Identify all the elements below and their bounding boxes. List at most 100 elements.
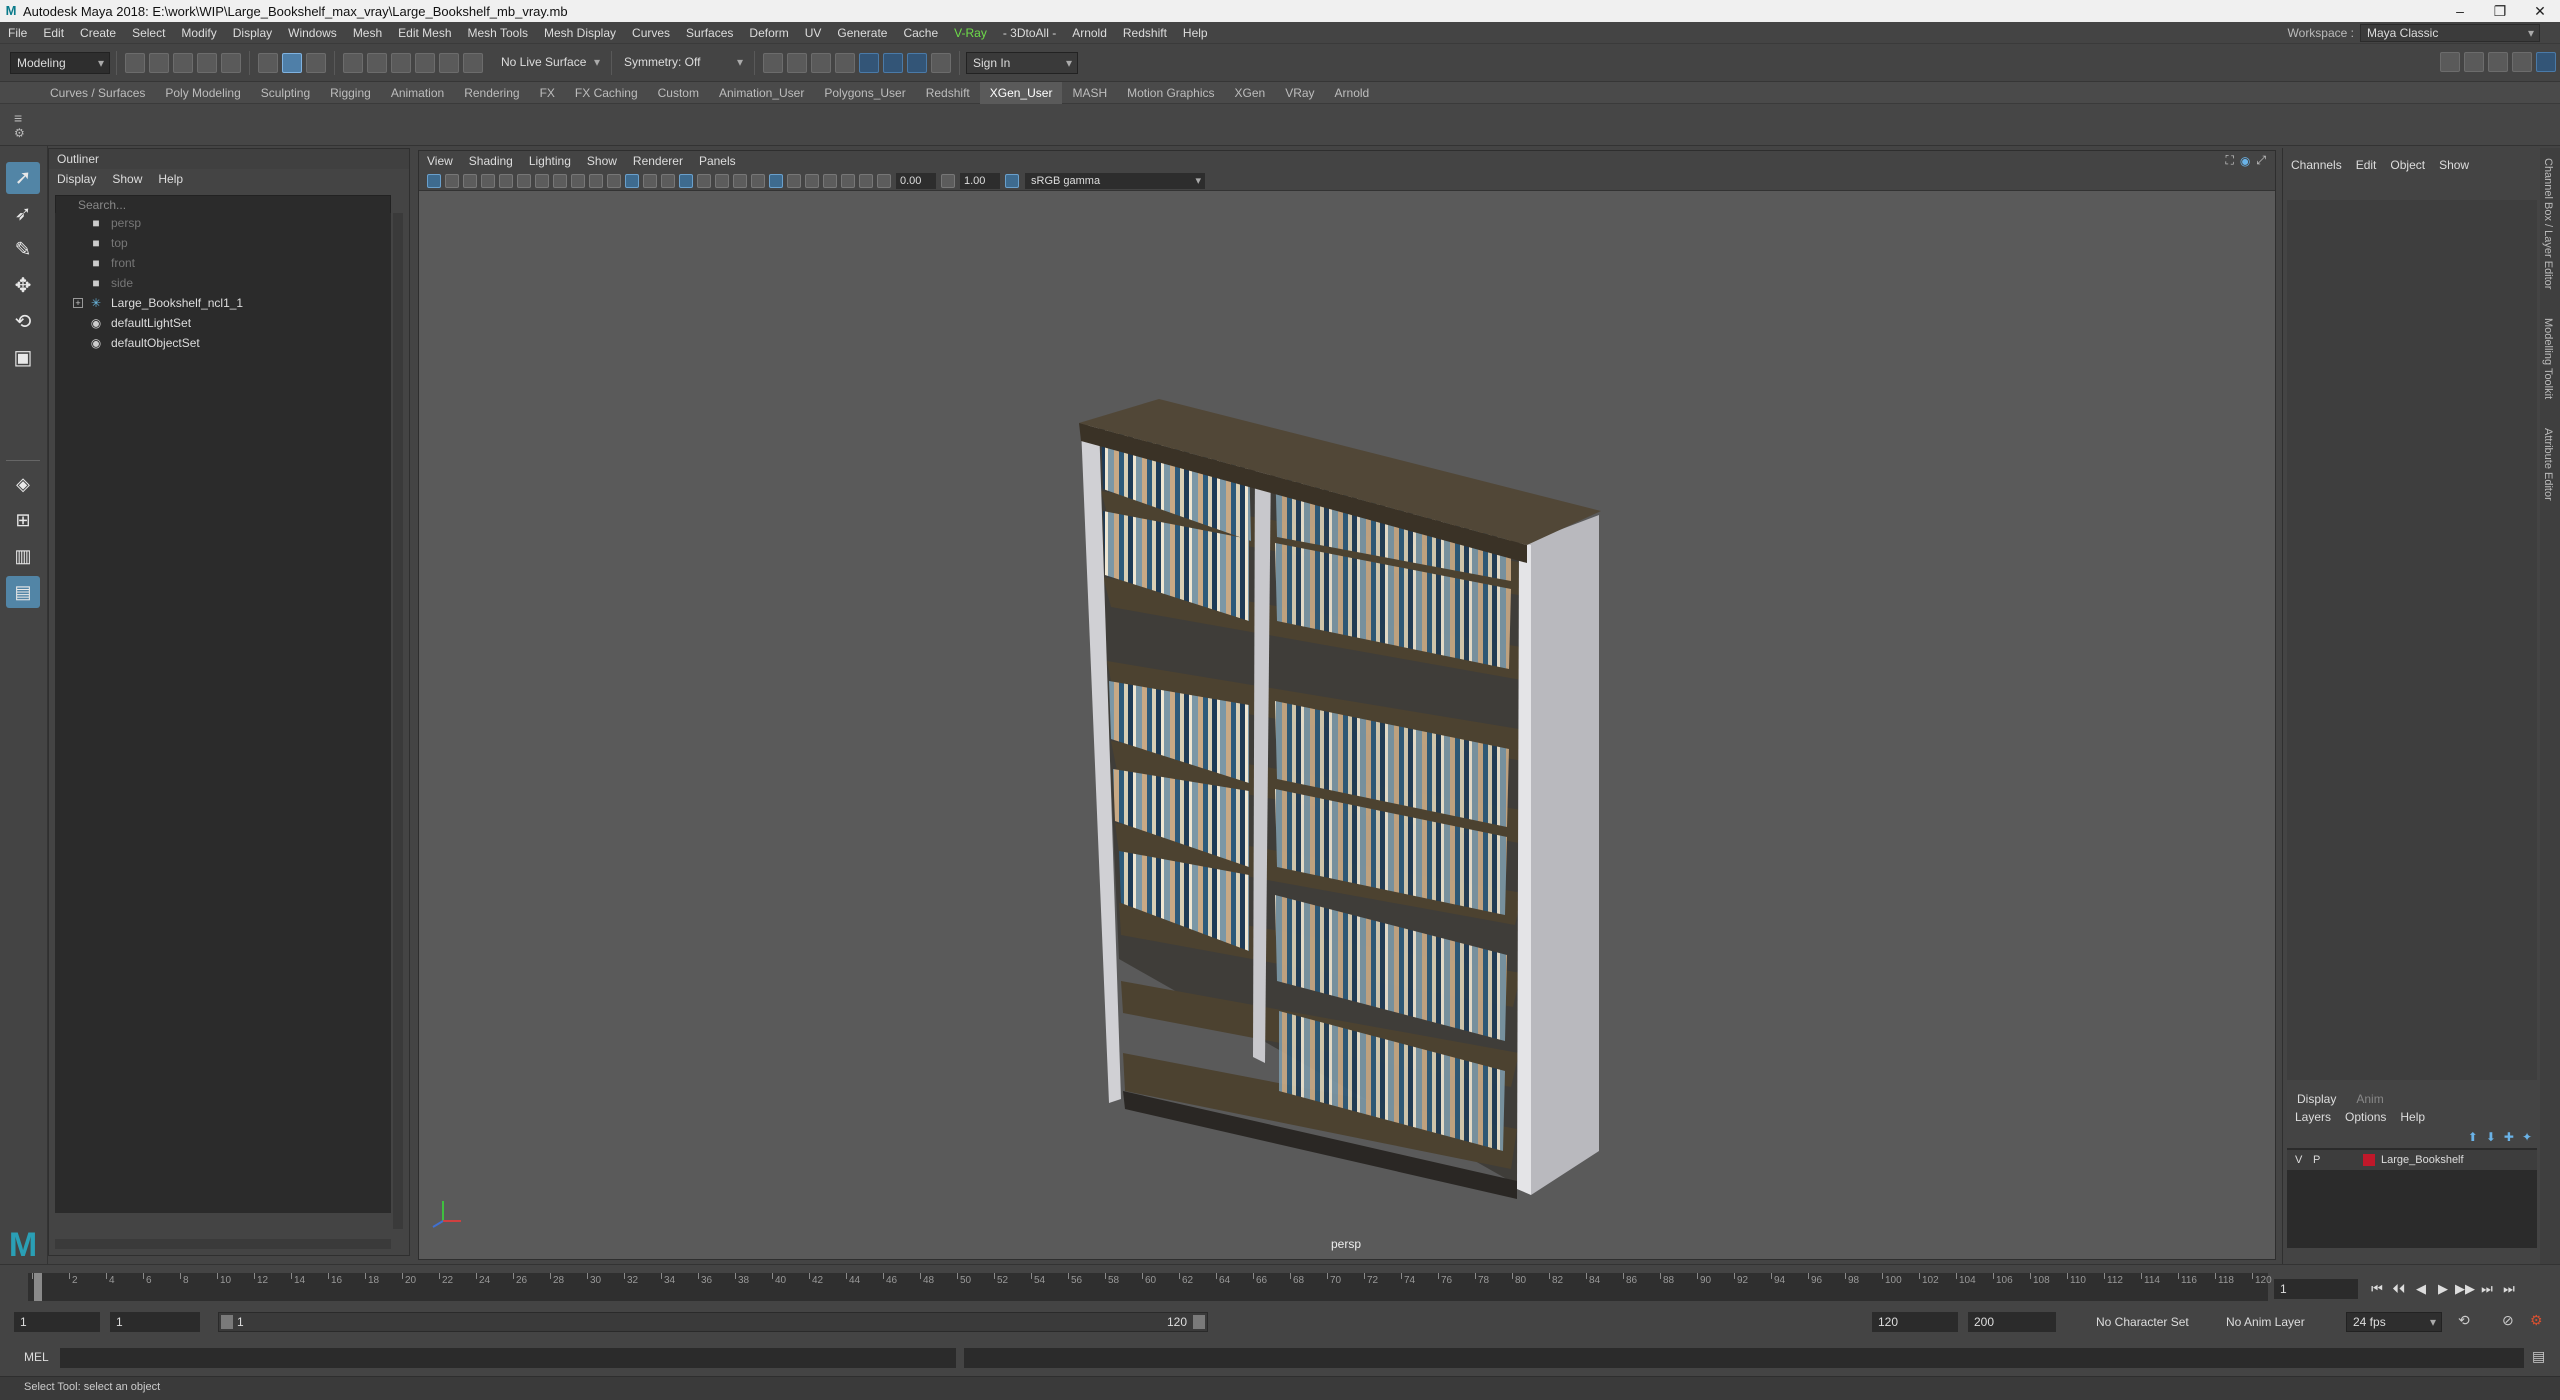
viewport-menu-view[interactable]: View — [419, 151, 461, 171]
select-component-icon[interactable] — [306, 52, 326, 73]
outliner-layout-icon[interactable]: ▥ — [6, 540, 40, 572]
menu-deform[interactable]: Deform — [741, 22, 796, 44]
gamma-field[interactable]: 1.00 — [960, 172, 1000, 189]
play-forwards-icon[interactable]: ▶ — [2432, 1279, 2454, 1299]
viewport-menu-shading[interactable]: Shading — [461, 151, 521, 171]
viewport-menu-panels[interactable]: Panels — [691, 151, 744, 171]
menu-mesh-tools[interactable]: Mesh Tools — [460, 22, 536, 44]
safe-action-icon[interactable] — [625, 173, 639, 188]
grease-pencil-icon[interactable] — [517, 173, 531, 188]
modeling-toolkit-icon[interactable] — [2440, 52, 2460, 72]
hypershade-icon[interactable] — [859, 52, 879, 73]
symmetry-dropdown[interactable]: Symmetry: Off — [618, 51, 748, 74]
new-empty-layer-icon[interactable]: ✚ — [2504, 1130, 2514, 1144]
render-view-icon[interactable] — [763, 52, 783, 73]
vray-ipr-icon[interactable] — [907, 52, 927, 73]
script-editor-icon[interactable]: ▤ — [2532, 1348, 2545, 1365]
scale-tool-icon[interactable]: ▣ — [6, 342, 40, 374]
four-view-layout-icon[interactable]: ⊞ — [6, 504, 40, 536]
current-frame-field[interactable]: 1 — [2274, 1279, 2358, 1299]
anim-prefs-icon[interactable]: ⚙ — [2530, 1312, 2543, 1329]
outliner-vertical-scrollbar[interactable] — [393, 213, 403, 1229]
viewport-menu-lighting[interactable]: Lighting — [521, 151, 579, 171]
grid-icon[interactable] — [535, 173, 549, 188]
layer-menu-layers[interactable]: Layers — [2295, 1108, 2331, 1126]
menu-cache[interactable]: Cache — [895, 22, 946, 44]
textured-icon[interactable] — [679, 173, 693, 188]
close-icon[interactable]: ✕ — [2520, 0, 2560, 22]
outliner-item-persp[interactable]: ■ persp — [55, 213, 391, 233]
open-scene-icon[interactable] — [149, 52, 169, 73]
outliner-menu-display[interactable]: Display — [57, 169, 96, 189]
move-layer-down-icon[interactable]: ⬇ — [2486, 1130, 2496, 1144]
outliner-item-bookshelf[interactable]: + ✳ Large_Bookshelf_ncl1_1 — [55, 293, 391, 313]
snap-point-icon[interactable] — [391, 52, 411, 73]
select-object-icon[interactable] — [282, 52, 302, 73]
side-tab-attribute-editor[interactable]: Attribute Editor — [2542, 428, 2554, 501]
menu-select[interactable]: Select — [124, 22, 173, 44]
outliner-item-top[interactable]: ■ top — [55, 233, 391, 253]
live-surface-field[interactable]: No Live Surface — [495, 51, 605, 74]
panel-camera-icon[interactable]: ◉ — [2240, 154, 2250, 168]
timeline-track[interactable]: 1246810121416182022242628303234363840424… — [28, 1273, 2272, 1301]
layer-editor-icon[interactable] — [2536, 52, 2556, 72]
shelf-tab-rigging[interactable]: Rigging — [320, 82, 381, 104]
tool-settings-icon[interactable] — [2488, 52, 2508, 72]
snap-grid-icon[interactable] — [343, 52, 363, 73]
redo-icon[interactable] — [221, 52, 241, 73]
layer-menu-help[interactable]: Help — [2400, 1108, 2425, 1126]
panel-expand-icon[interactable]: ⤢ — [2256, 153, 2266, 168]
go-to-start-icon[interactable]: ⏮ — [2366, 1279, 2388, 1299]
channel-box-icon[interactable] — [2512, 52, 2532, 72]
exposure-field[interactable]: 0.00 — [896, 172, 936, 189]
layer-playback-toggle[interactable]: P — [2313, 1150, 2320, 1170]
shelf-tab-rendering[interactable]: Rendering — [454, 82, 529, 104]
move-tool-icon[interactable]: ✥ — [6, 270, 40, 302]
layer-tab-display[interactable]: Display — [2287, 1090, 2346, 1108]
menuset-dropdown[interactable]: Modeling — [10, 51, 110, 74]
step-forward-key-icon[interactable]: ▶▶ — [2454, 1279, 2476, 1299]
outliner-item-front[interactable]: ■ front — [55, 253, 391, 273]
paint-select-tool-icon[interactable]: ✎ — [6, 234, 40, 266]
workspace-dropdown[interactable]: Maya Classic — [2360, 24, 2540, 42]
gate-mask-icon[interactable] — [589, 173, 603, 188]
select-hierarchy-icon[interactable] — [258, 52, 278, 73]
command-input[interactable] — [60, 1348, 956, 1368]
shelf-tab-redshift[interactable]: Redshift — [916, 82, 980, 104]
channel-box-menu-show[interactable]: Show — [2439, 148, 2469, 182]
play-backwards-icon[interactable]: ◀ — [2410, 1279, 2432, 1299]
menu-3dtoall[interactable]: - 3DtoAll - — [995, 22, 1064, 44]
new-scene-icon[interactable] — [125, 52, 145, 73]
bookmarks-icon[interactable] — [463, 173, 477, 188]
channel-box-menu-object[interactable]: Object — [2390, 148, 2425, 182]
shadows-icon[interactable] — [715, 173, 729, 188]
step-back-key-icon[interactable]: ⏴⏴ — [2388, 1279, 2410, 1299]
menu-generate[interactable]: Generate — [829, 22, 895, 44]
attribute-editor-icon[interactable] — [2464, 52, 2484, 72]
anti-aliasing-icon[interactable] — [805, 173, 819, 188]
shelf-settings-icon[interactable]: ⚙ — [14, 126, 25, 140]
undo-icon[interactable] — [197, 52, 217, 73]
snap-surface-icon[interactable] — [439, 52, 459, 73]
layer-menu-options[interactable]: Options — [2345, 1108, 2386, 1126]
range-end-handle[interactable] — [1193, 1315, 1205, 1329]
panel-layout-icon[interactable]: ⛶ — [2226, 153, 2234, 168]
outliner-horizontal-scrollbar[interactable] — [55, 1239, 391, 1249]
viewport-menu-renderer[interactable]: Renderer — [625, 151, 691, 171]
menu-vray[interactable]: V-Ray — [946, 22, 995, 44]
menu-mesh-display[interactable]: Mesh Display — [536, 22, 624, 44]
menu-file[interactable]: File — [0, 22, 35, 44]
restore-icon[interactable]: ❐ — [2480, 0, 2520, 22]
menu-create[interactable]: Create — [72, 22, 124, 44]
move-layer-up-icon[interactable]: ⬆ — [2468, 1130, 2478, 1144]
select-camera-icon[interactable] — [427, 173, 441, 188]
character-set-dropdown[interactable]: No Character Set — [2096, 1312, 2189, 1332]
shelf-tab-motion-graphics[interactable]: Motion Graphics — [1117, 82, 1224, 104]
side-tab-modelling-toolkit[interactable]: Modelling Toolkit — [2542, 318, 2554, 399]
rotate-tool-icon[interactable]: ⟲ — [6, 306, 40, 338]
menu-display[interactable]: Display — [225, 22, 280, 44]
2d-pan-zoom-icon[interactable] — [499, 173, 513, 188]
shelf-tab-xgen-user[interactable]: XGen_User — [979, 81, 1063, 104]
resolution-gate-icon[interactable] — [571, 173, 585, 188]
outliner-item-default-light-set[interactable]: ◉ defaultLightSet — [55, 313, 391, 333]
